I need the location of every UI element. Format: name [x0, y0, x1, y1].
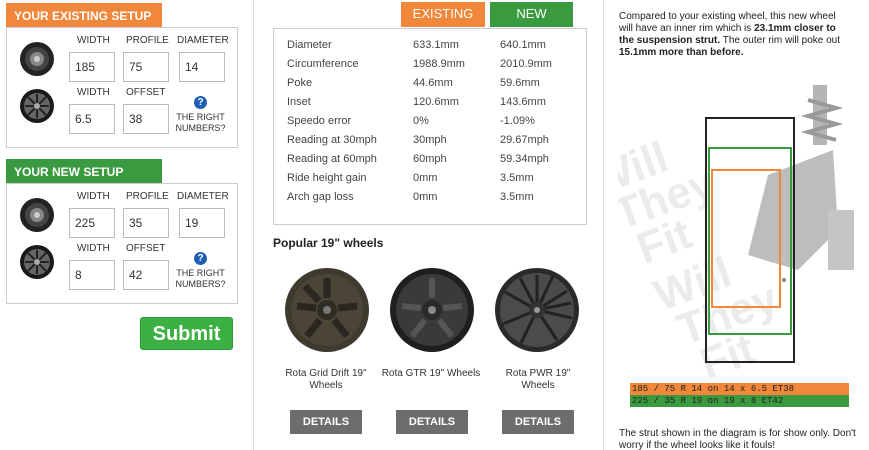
tab-existing[interactable]: EXISTING — [401, 2, 485, 27]
summary-highlight: 15.1mm more than before. — [619, 47, 744, 58]
comparison-row: Speedo error 0% -1.09% — [274, 115, 586, 134]
comparison-row: Reading at 30mph 30mph 29.67mph — [274, 134, 586, 153]
comparison-row: Ride height gain 0mm 3.5mm — [274, 172, 586, 191]
new-diameter-input[interactable] — [179, 208, 225, 238]
diameter-label: DIAMETER — [177, 191, 229, 202]
comparison-existing-value: 30mph — [413, 134, 447, 146]
wheel-image[interactable] — [283, 266, 371, 354]
width-label: WIDTH — [77, 35, 110, 46]
help-text[interactable]: THE RIGHT NUMBERS? — [173, 112, 228, 134]
fitment-summary: Compared to your existing wheel, this ne… — [619, 11, 849, 59]
comparison-row: Inset 120.6mm 143.6mm — [274, 96, 586, 115]
wheel-name[interactable]: Rota GTR 19" Wheels — [381, 368, 481, 380]
new-setup-box: WIDTH PROFILE DIAMETER WIDTH OFFSET ? TH… — [6, 183, 238, 304]
tyre-icon — [20, 198, 54, 232]
wheel-name[interactable]: Rota PWR 19" Wheels — [488, 368, 588, 392]
comparison-row: Arch gap loss 0mm 3.5mm — [274, 191, 586, 210]
new-offset-input[interactable] — [123, 260, 169, 290]
comparison-new-value: 29.67mph — [500, 134, 549, 146]
tab-new[interactable]: NEW — [490, 2, 573, 27]
profile-label: PROFILE — [126, 35, 169, 46]
legend-new: 225 / 35 R 19 on 19 x 8 ET42 — [630, 395, 849, 407]
popular-wheels-title: Popular 19" wheels — [273, 236, 384, 250]
new-profile-input[interactable] — [123, 208, 169, 238]
comparison-new-value: 59.34mph — [500, 153, 549, 165]
comparison-label: Diameter — [287, 39, 332, 51]
submit-button[interactable]: Submit — [140, 317, 233, 350]
existing-setup-box: WIDTH PROFILE DIAMETER WIDTH OFFSET ? TH… — [6, 27, 238, 148]
comparison-existing-value: 0mm — [413, 191, 438, 203]
existing-offset-input[interactable] — [123, 104, 169, 134]
rim-icon — [20, 89, 54, 123]
comparison-label: Reading at 30mph — [287, 134, 377, 146]
comparison-new-value: 143.6mm — [500, 96, 546, 108]
new-rim-width-input[interactable] — [69, 260, 115, 290]
tyre-icon — [20, 42, 54, 76]
wheel-image[interactable] — [388, 266, 476, 354]
comparison-new-value: -1.09% — [500, 115, 535, 127]
column-divider — [603, 0, 604, 450]
offset-label: OFFSET — [126, 243, 166, 254]
comparison-label: Speedo error — [287, 115, 352, 127]
help-icon[interactable]: ? — [194, 252, 207, 265]
rim-width-label: WIDTH — [77, 87, 110, 98]
comparison-row: Poke 44.6mm 59.6mm — [274, 77, 586, 96]
comparison-row: Diameter 633.1mm 640.1mm — [274, 39, 586, 58]
comparison-existing-value: 120.6mm — [413, 96, 459, 108]
wheel-image[interactable] — [493, 266, 581, 354]
diameter-label: DIAMETER — [177, 35, 229, 46]
comparison-existing-value: 633.1mm — [413, 39, 459, 51]
existing-profile-input[interactable] — [123, 52, 169, 82]
rim-icon — [20, 245, 54, 279]
comparison-row: Circumference 1988.9mm 2010.9mm — [274, 58, 586, 77]
comparison-existing-value: 1988.9mm — [413, 58, 465, 70]
existing-width-input[interactable] — [69, 52, 115, 82]
comparison-label: Arch gap loss — [287, 191, 354, 203]
comparison-new-value: 59.6mm — [500, 77, 540, 89]
existing-rim-width-input[interactable] — [69, 104, 115, 134]
fitment-diagram: Will They Fit Will They Fit — [618, 85, 854, 380]
comparison-new-value: 3.5mm — [500, 172, 534, 184]
details-button[interactable]: DETAILS — [396, 410, 468, 434]
comparison-existing-value: 0% — [413, 115, 429, 127]
width-label: WIDTH — [77, 191, 110, 202]
legend-existing: 185 / 75 R 14 on 14 x 6.5 ET38 — [630, 383, 849, 395]
summary-text: The outer rim will poke out — [720, 35, 840, 46]
suspension-strut — [748, 85, 854, 282]
comparison-new-value: 640.1mm — [500, 39, 546, 51]
help-icon[interactable]: ? — [194, 96, 207, 109]
comparison-label: Inset — [287, 96, 311, 108]
new-setup-title: YOUR NEW SETUP — [6, 159, 162, 185]
comparison-new-value: 2010.9mm — [500, 58, 552, 70]
comparison-label: Circumference — [287, 58, 359, 70]
comparison-existing-value: 0mm — [413, 172, 438, 184]
comparison-label: Reading at 60mph — [287, 153, 377, 165]
rim-width-label: WIDTH — [77, 243, 110, 254]
comparison-existing-value: 44.6mm — [413, 77, 453, 89]
comparison-row: Reading at 60mph 60mph 59.34mph — [274, 153, 586, 172]
existing-setup-title: YOUR EXISTING SETUP — [6, 3, 162, 29]
wheel-name[interactable]: Rota Grid Drift 19" Wheels — [276, 368, 376, 392]
strut-note: The strut shown in the diagram is for sh… — [619, 428, 856, 450]
comparison-label: Poke — [287, 77, 313, 89]
comparison-label: Ride height gain — [287, 172, 367, 184]
column-divider — [253, 0, 254, 450]
existing-diameter-input[interactable] — [179, 52, 225, 82]
comparison-new-value: 3.5mm — [500, 191, 534, 203]
help-text[interactable]: THE RIGHT NUMBERS? — [173, 268, 228, 290]
comparison-table: Diameter 633.1mm 640.1mm Circumference 1988.… — [273, 28, 587, 225]
details-button[interactable]: DETAILS — [502, 410, 574, 434]
offset-label: OFFSET — [126, 87, 166, 98]
comparison-existing-value: 60mph — [413, 153, 447, 165]
setup-panel: YOUR EXISTING SETUP WIDTH PROFILE DIAMET… — [0, 0, 250, 450]
new-width-input[interactable] — [69, 208, 115, 238]
profile-label: PROFILE — [126, 191, 169, 202]
details-button[interactable]: DETAILS — [290, 410, 362, 434]
